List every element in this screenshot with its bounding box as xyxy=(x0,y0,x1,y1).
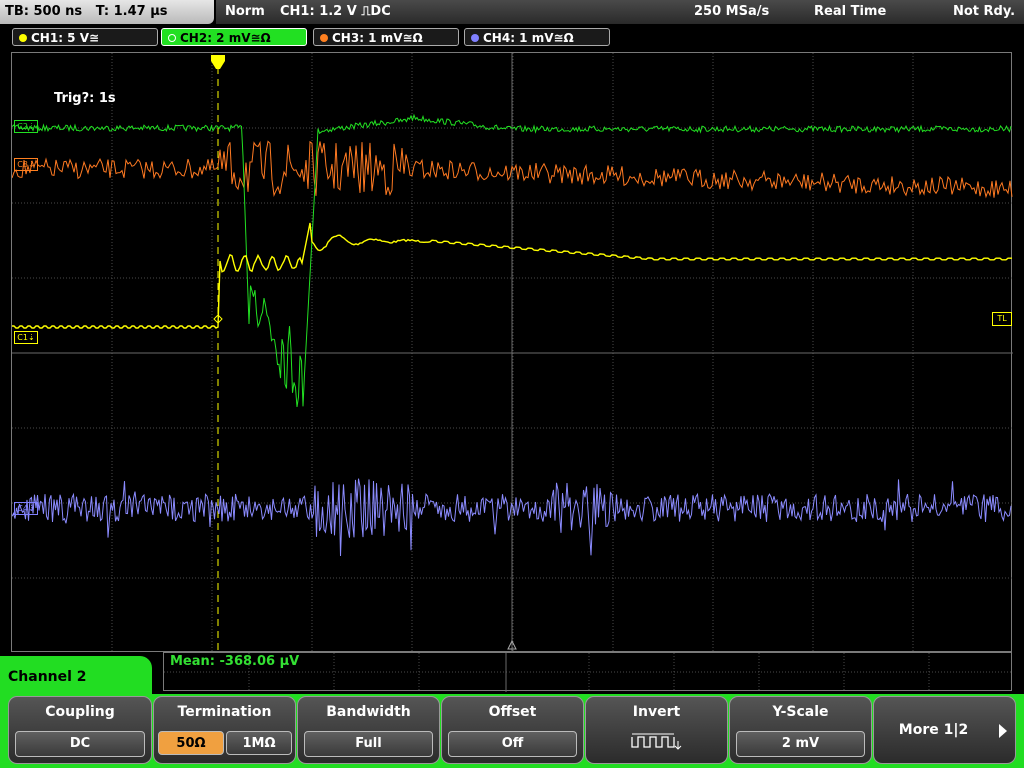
yscale-softkey[interactable]: Y-Scale 2 mV xyxy=(729,696,872,764)
invert-softkey[interactable]: Invert xyxy=(585,696,728,764)
timebase-value: TB: 500 ns xyxy=(5,4,83,19)
measurement-mean: Mean: -368.06 µV xyxy=(170,654,300,669)
ch2-color-dot xyxy=(168,34,176,42)
waveform-svg xyxy=(12,53,1013,653)
more-label: More 1|2 xyxy=(898,722,969,738)
invert-waveform-icon xyxy=(631,733,682,750)
bandwidth-title: Bandwidth xyxy=(326,704,411,720)
trigger-state: Not Rdy. xyxy=(953,4,1016,19)
tab-ch2[interactable]: CH2: 2 mV≅Ω xyxy=(161,28,307,46)
tab-ch2-label: CH2: 2 mV≅Ω xyxy=(180,31,271,45)
tab-ch1[interactable]: CH1: 5 V≅ xyxy=(12,28,158,46)
menu-title: Channel 2 xyxy=(0,656,152,700)
acquisition-mode: Real Time xyxy=(814,4,887,19)
acquisition-bar: Norm CH1: 1.2 V ⎍DC 250 MSa/s Real Time … xyxy=(216,0,1024,24)
termination-50-ohm[interactable]: 50Ω xyxy=(158,731,224,755)
coupling-title: Coupling xyxy=(45,704,115,720)
trigger-mode[interactable]: Norm xyxy=(225,0,265,24)
status-bar: TB: 500 ns T: 1.47 µs Norm CH1: 1.2 V ⎍D… xyxy=(0,0,1024,25)
offset-softkey[interactable]: Offset Off xyxy=(441,696,584,764)
ch3-color-dot xyxy=(320,34,328,42)
ch1-color-dot xyxy=(19,34,27,42)
timebase-display[interactable]: TB: 500 ns T: 1.47 µs xyxy=(0,0,214,24)
trigger-position-icon xyxy=(211,55,225,69)
trigger-level-marker[interactable]: TL xyxy=(992,312,1012,326)
bandwidth-softkey[interactable]: Bandwidth Full xyxy=(297,696,440,764)
chevron-right-icon xyxy=(999,724,1007,738)
ch2-ground-marker[interactable]: C2⇣ xyxy=(14,120,38,133)
termination-title: Termination xyxy=(177,704,272,720)
yscale-title: Y-Scale xyxy=(772,704,829,720)
offset-title: Offset xyxy=(488,704,537,720)
termination-softkey[interactable]: Termination 50Ω 1MΩ xyxy=(153,696,296,764)
waveform-display[interactable]: Trig?: 1s C2⇣ C3⇣ C1⇣ C4⇣ TL xyxy=(11,52,1013,653)
ch1-ground-marker[interactable]: C1⇣ xyxy=(14,331,38,344)
more-softkey[interactable]: More 1|2 xyxy=(873,696,1016,764)
tab-ch3-label: CH3: 1 mV≅Ω xyxy=(332,31,423,45)
trigger-status: Trig?: 1s xyxy=(54,91,116,106)
coupling-value[interactable]: DC xyxy=(15,731,145,757)
ch4-ground-marker[interactable]: C4⇣ xyxy=(14,502,38,515)
tab-ch1-label: CH1: 5 V≅ xyxy=(31,31,100,45)
termination-1-megohm[interactable]: 1MΩ xyxy=(226,731,292,755)
tab-ch4-label: CH4: 1 mV≅Ω xyxy=(483,31,574,45)
trigger-position: T: 1.47 µs xyxy=(95,4,168,19)
tab-ch3[interactable]: CH3: 1 mV≅Ω xyxy=(313,28,459,46)
graticule-axes xyxy=(12,53,1013,653)
ch3-ground-marker[interactable]: C3⇣ xyxy=(14,158,38,171)
coupling-softkey[interactable]: Coupling DC xyxy=(8,696,152,764)
invert-title: Invert xyxy=(632,704,681,720)
ch4-color-dot xyxy=(471,34,479,42)
trigger-setting[interactable]: CH1: 1.2 V ⎍DC xyxy=(280,0,391,24)
sample-rate: 250 MSa/s xyxy=(694,4,770,19)
offset-value[interactable]: Off xyxy=(448,731,577,757)
yscale-value[interactable]: 2 mV xyxy=(736,731,865,757)
tab-ch4[interactable]: CH4: 1 mV≅Ω xyxy=(464,28,610,46)
bandwidth-value[interactable]: Full xyxy=(304,731,433,757)
